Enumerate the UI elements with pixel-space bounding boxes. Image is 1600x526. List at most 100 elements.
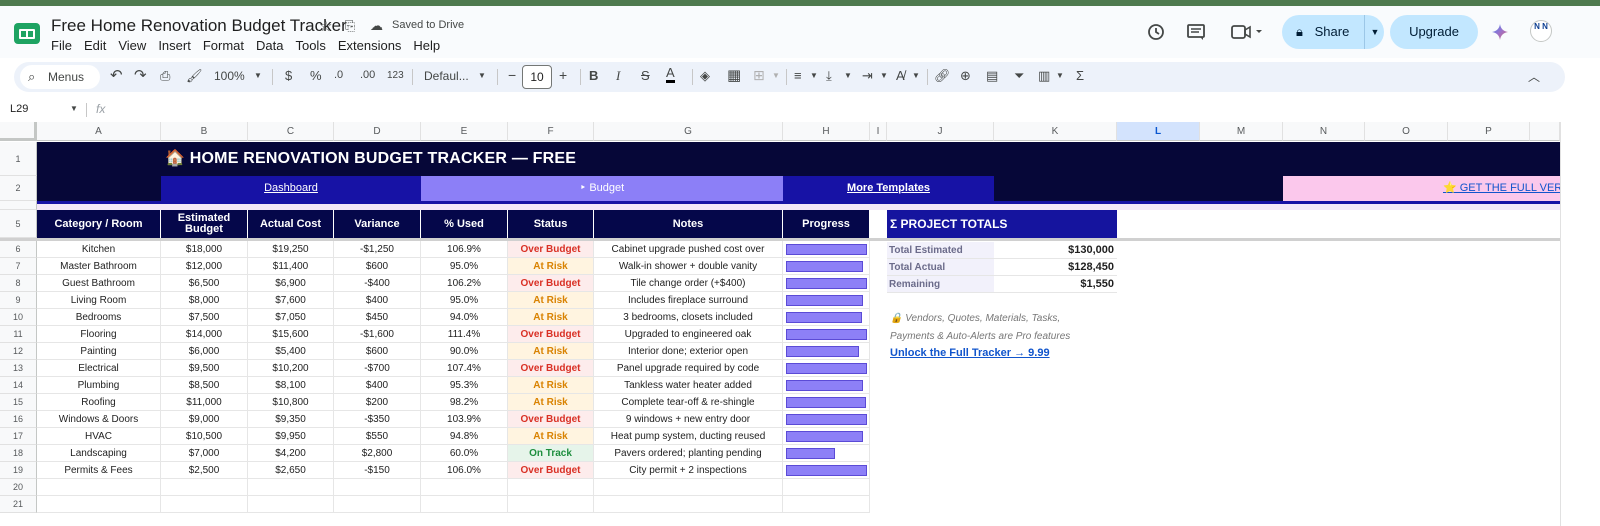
status-badge[interactable]: Over Budget [508,411,594,428]
row-header[interactable]: 8 [0,275,37,292]
column-header-b[interactable]: B [161,122,248,141]
cell-category[interactable]: Guest Bathroom [37,275,161,292]
column-header-l[interactable]: L [1117,122,1200,141]
menus-search[interactable]: ⌕ Menus [20,65,100,89]
cell-progress[interactable] [783,394,870,411]
cell-category[interactable]: Landscaping [37,445,161,462]
cell-status[interactable] [508,496,594,513]
comments-icon[interactable] [1186,22,1206,47]
cell-actual[interactable]: $9,950 [248,428,334,445]
menu-extensions[interactable]: Extensions [338,38,402,53]
row-header[interactable]: 7 [0,258,37,275]
cell-category[interactable]: Electrical [37,360,161,377]
get-full-version-link[interactable]: ⭐ GET THE FULL VERSI [1283,176,1560,201]
cell-progress[interactable] [783,275,870,292]
nav-budget-tab[interactable]: ‣ Budget [421,176,783,201]
cell-category[interactable]: Plumbing [37,377,161,394]
status-badge[interactable]: At Risk [508,309,594,326]
column-header-k[interactable]: K [994,122,1117,141]
row-header[interactable]: 20 [0,479,37,496]
cell-notes[interactable]: Tile change order (+$400) [594,275,783,292]
cell-category[interactable]: Living Room [37,292,161,309]
nav-dashboard-link[interactable]: Dashboard [161,176,421,201]
column-header-c[interactable]: C [248,122,334,141]
row-header-5[interactable]: 5 [0,210,37,238]
cloud-saved-icon[interactable]: ☁ [370,18,383,34]
vertical-scrollbar[interactable] [1560,122,1600,526]
unlock-full-tracker-link[interactable]: Unlock the Full Tracker → 9.99 [890,347,1050,359]
row-header-1[interactable]: 1 [0,142,37,176]
status-badge[interactable]: At Risk [508,292,594,309]
cell-variance[interactable] [334,496,421,513]
status-badge[interactable]: At Risk [508,394,594,411]
cell-variance[interactable]: $600 [334,343,421,360]
select-all-corner[interactable] [0,122,37,141]
fill-color-icon[interactable]: ◈ [700,68,710,84]
cell-actual[interactable]: $7,600 [248,292,334,309]
cell-used[interactable]: 94.0% [421,309,508,326]
cell-actual[interactable]: $9,350 [248,411,334,428]
rotation-caret-icon[interactable]: ▼ [912,71,920,80]
currency-format-button[interactable]: $ [285,68,292,83]
cell-used[interactable]: 103.9% [421,411,508,428]
cell-variance[interactable]: -$400 [334,275,421,292]
cell-actual[interactable]: $8,100 [248,377,334,394]
cell-used[interactable]: 90.0% [421,343,508,360]
status-badge[interactable]: Over Budget [508,462,594,479]
strikethrough-button[interactable]: S [641,68,650,83]
decrease-decimal-button[interactable]: .0 [334,69,343,81]
column-header-o[interactable]: O [1365,122,1448,141]
font-caret-icon[interactable]: ▼ [478,71,486,80]
insert-chart-icon[interactable]: ▤ [986,68,998,84]
cell-estimated[interactable]: $11,000 [161,394,248,411]
insert-comment-icon[interactable]: ⊕ [960,68,971,84]
font-family-select[interactable]: Defaul... [424,69,469,83]
cell-variance[interactable]: -$1,600 [334,326,421,343]
column-header-h[interactable]: H [783,122,870,141]
cell-variance[interactable]: $450 [334,309,421,326]
cell-actual[interactable]: $10,800 [248,394,334,411]
cell-progress[interactable] [783,479,870,496]
cell-estimated[interactable]: $6,000 [161,343,248,360]
valign-caret-icon[interactable]: ▼ [844,71,852,80]
meet-video-icon[interactable] [1230,22,1264,47]
cell-notes[interactable]: City permit + 2 inspections [594,462,783,479]
cell-progress[interactable] [783,360,870,377]
share-dropdown-icon[interactable]: ▼ [1364,15,1385,49]
cell-notes[interactable] [594,496,783,513]
cell-category[interactable]: Windows & Doors [37,411,161,428]
cell-category[interactable]: Permits & Fees [37,462,161,479]
cell-category[interactable] [37,479,161,496]
cell-category[interactable]: Bedrooms [37,309,161,326]
cell-estimated[interactable] [161,496,248,513]
cell-category[interactable]: Flooring [37,326,161,343]
cell-progress[interactable] [783,326,870,343]
cell-notes[interactable]: Includes fireplace surround [594,292,783,309]
cell-estimated[interactable]: $6,500 [161,275,248,292]
cell-used[interactable]: 106.9% [421,241,508,258]
column-header-n[interactable]: N [1283,122,1365,141]
row-header[interactable]: 19 [0,462,37,479]
cell-estimated[interactable]: $14,000 [161,326,248,343]
status-badge[interactable]: Over Budget [508,326,594,343]
cell-used[interactable]: 95.0% [421,292,508,309]
cell-actual[interactable]: $6,900 [248,275,334,292]
cell-actual[interactable]: $15,600 [248,326,334,343]
filter-views-caret-icon[interactable]: ▼ [1056,71,1064,80]
collapse-toolbar-icon[interactable]: ︿ [1528,68,1540,85]
cell-progress[interactable] [783,462,870,479]
cell-estimated[interactable]: $18,000 [161,241,248,258]
paint-format-icon[interactable]: 🖌︎ [186,68,203,84]
cell-used[interactable]: 95.3% [421,377,508,394]
gemini-icon[interactable] [1492,24,1508,40]
halign-caret-icon[interactable]: ▼ [810,71,818,80]
cell-progress[interactable] [783,496,870,513]
cell-variance[interactable]: -$1,250 [334,241,421,258]
cell-progress[interactable] [783,258,870,275]
menu-tools[interactable]: Tools [295,38,325,53]
cell-notes[interactable]: Complete tear-off & re-shingle [594,394,783,411]
cell-notes[interactable]: 9 windows + new entry door [594,411,783,428]
cell-notes[interactable]: Upgraded to engineered oak [594,326,783,343]
cell-category[interactable]: Master Bathroom [37,258,161,275]
column-header-i[interactable]: I [870,122,887,141]
